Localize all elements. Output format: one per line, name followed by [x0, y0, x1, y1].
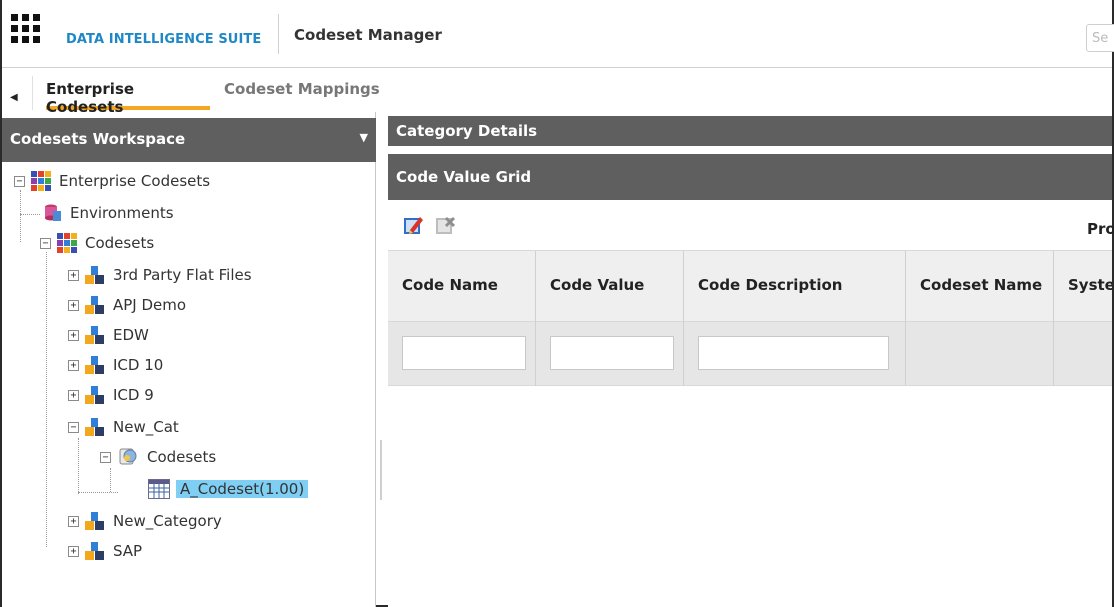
codesets-tree: − Enterprise Codesets Environments − Cod… — [2, 112, 376, 607]
filter-cell — [388, 322, 536, 386]
edit-icon[interactable] — [402, 214, 424, 236]
tree-node-codesets-folder[interactable]: − Codesets — [100, 446, 216, 468]
category-icon — [85, 511, 105, 531]
column-header-code-value[interactable]: Code Value — [536, 251, 684, 323]
codesets-grid-icon — [57, 233, 77, 253]
collapse-toggle-icon[interactable]: − — [100, 451, 111, 463]
tree-node-category[interactable]: + EDW — [68, 324, 149, 346]
category-icon — [85, 541, 105, 561]
filter-cell — [1054, 322, 1112, 386]
tree-node-category[interactable]: + 3rd Party Flat Files — [68, 264, 252, 286]
module-title: Codeset Manager — [294, 26, 442, 44]
tree-node-category[interactable]: + ICD 9 — [68, 384, 154, 406]
panel-splitter[interactable] — [380, 440, 382, 500]
collapse-toggle-icon[interactable]: − — [40, 237, 51, 249]
filter-cell — [906, 322, 1054, 386]
codesets-workspace-panel: Codesets Workspace ▼ − Enterprise Codese… — [2, 112, 376, 607]
tree-label: Environments — [70, 204, 174, 222]
tree-label: EDW — [113, 326, 149, 344]
tree-label: SAP — [113, 542, 143, 560]
tree-node-environments[interactable]: Environments — [42, 202, 174, 224]
top-header: DATA INTELLIGENCE SUITE Codeset Manager … — [2, 0, 1114, 68]
category-icon — [85, 325, 105, 345]
tree-label: ICD 9 — [113, 386, 154, 404]
tree-label: Codesets — [147, 448, 217, 466]
tree-node-category[interactable]: − New_Cat — [68, 416, 179, 438]
category-details-header[interactable]: Category Details — [388, 116, 1112, 146]
tab-enterprise-codesets[interactable]: Enterprise Codesets — [46, 80, 210, 116]
suite-name[interactable]: DATA INTELLIGENCE SUITE — [66, 32, 261, 47]
tree-label: APJ Demo — [113, 296, 187, 314]
tree-label: A_Codeset(1.00) — [176, 480, 309, 498]
category-icon — [85, 417, 105, 437]
collapse-toggle-icon[interactable]: − — [14, 175, 25, 187]
code-name-filter-input[interactable] — [402, 336, 526, 370]
tree-node-codesets[interactable]: − Codesets — [40, 232, 154, 254]
tree-node-category[interactable]: + New_Category — [68, 510, 222, 532]
expand-toggle-icon[interactable]: + — [68, 515, 79, 527]
grid-toolbar: Pro — [388, 204, 1114, 250]
tree-label: Enterprise Codesets — [59, 172, 211, 190]
collapse-left-icon[interactable]: ◀ — [10, 92, 18, 103]
code-value-grid-header[interactable]: Code Value Grid — [388, 154, 1112, 200]
database-icon — [42, 203, 62, 223]
enterprise-grid-icon — [31, 171, 51, 191]
category-icon — [85, 295, 105, 315]
app-launcher-icon[interactable] — [11, 14, 41, 44]
tree-label: New_Category — [113, 512, 222, 530]
category-icon — [85, 265, 105, 285]
filter-cell — [684, 322, 906, 386]
tree-node-category[interactable]: + ICD 10 — [68, 354, 163, 376]
tree-node-selected-codeset[interactable]: A_Codeset(1.00) — [148, 478, 309, 500]
codeset-table-icon — [148, 479, 170, 499]
codeset-tags-icon — [117, 447, 139, 467]
tree-node-category[interactable]: + APJ Demo — [68, 294, 186, 316]
column-header-codeset-name[interactable]: Codeset Name — [906, 251, 1054, 323]
tab-divider — [32, 76, 33, 110]
expand-toggle-icon[interactable]: + — [68, 329, 79, 341]
collapse-toggle-icon[interactable]: − — [68, 421, 79, 433]
tab-codeset-mappings[interactable]: Codeset Mappings — [224, 80, 380, 110]
tab-strip: ◀ Enterprise Codesets Codeset Mappings — [2, 68, 1112, 116]
tree-label: New_Cat — [113, 418, 179, 436]
search-input[interactable]: Se — [1086, 24, 1114, 52]
expand-toggle-icon[interactable]: + — [68, 389, 79, 401]
details-panel: Category Details Code Value Grid Pro Cod… — [388, 112, 1114, 607]
column-header-system[interactable]: Syste — [1054, 251, 1112, 323]
category-icon — [85, 385, 105, 405]
column-header-code-description[interactable]: Code Description — [684, 251, 906, 323]
expand-toggle-icon[interactable]: + — [68, 545, 79, 557]
header-divider — [278, 14, 279, 54]
tree-label: ICD 10 — [113, 356, 164, 374]
filter-cell — [536, 322, 684, 386]
tree-label: Codesets — [85, 234, 155, 252]
category-icon — [85, 355, 105, 375]
expand-toggle-icon[interactable]: + — [68, 359, 79, 371]
grid-header-row: Code Name Code Value Code Description Co… — [388, 250, 1112, 323]
tree-label: 3rd Party Flat Files — [113, 266, 252, 284]
column-header-code-name[interactable]: Code Name — [388, 251, 536, 323]
grid-filter-row — [388, 322, 1112, 386]
code-description-filter-input[interactable] — [698, 336, 889, 370]
toolbar-truncated-label: Pro — [1087, 220, 1114, 238]
tree-node-root[interactable]: − Enterprise Codesets — [14, 170, 210, 192]
delete-disabled-icon[interactable] — [434, 214, 456, 236]
expand-toggle-icon[interactable]: + — [68, 269, 79, 281]
code-value-filter-input[interactable] — [550, 336, 674, 370]
expand-toggle-icon[interactable]: + — [68, 299, 79, 311]
tree-node-category[interactable]: + SAP — [68, 540, 142, 562]
